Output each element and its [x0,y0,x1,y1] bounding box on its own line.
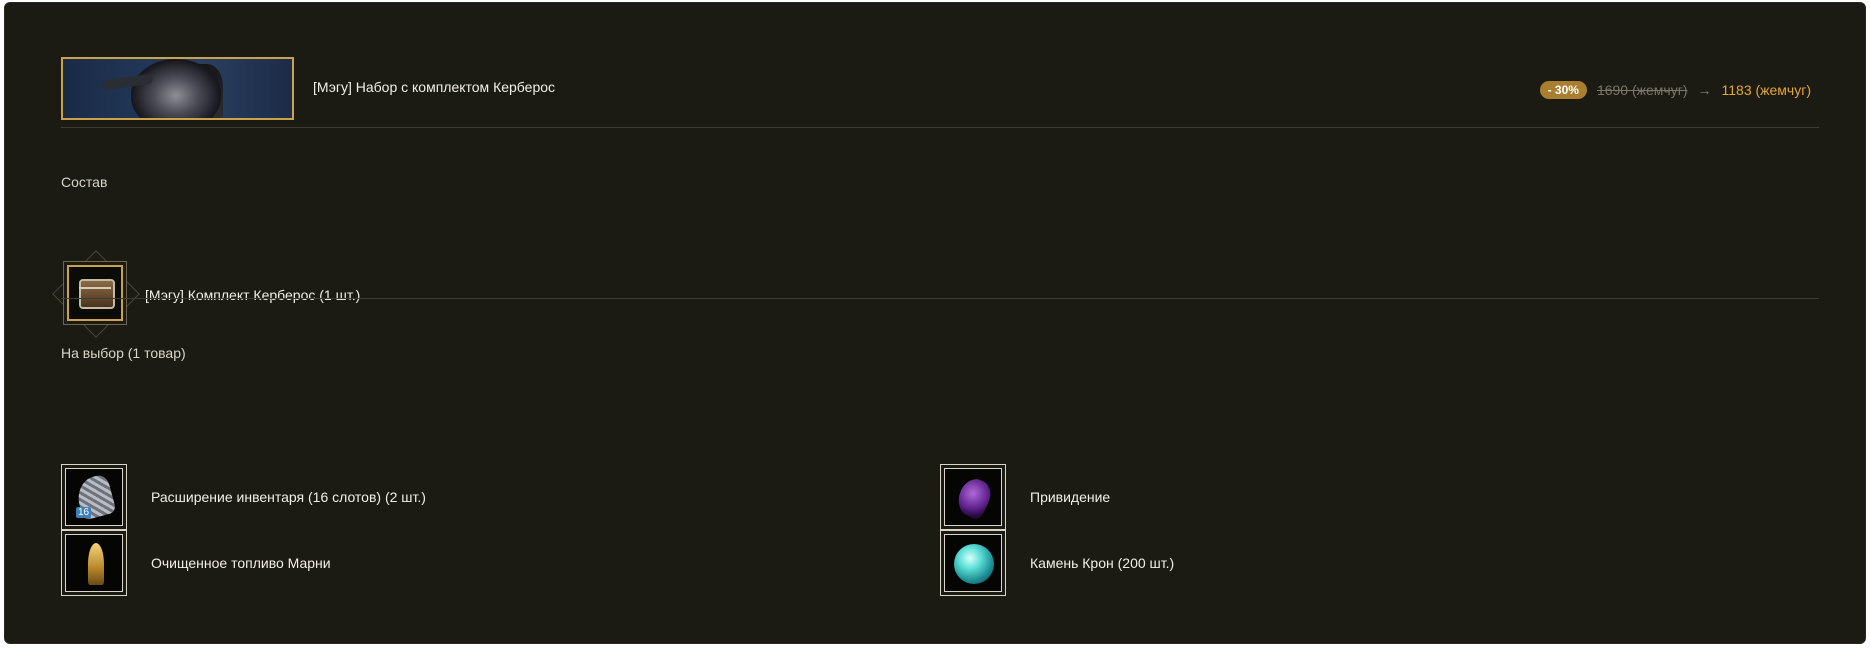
slot-inner [944,468,1002,526]
choice-item-slot[interactable]: 16 [61,464,127,530]
ghost-icon [952,474,996,522]
slot-inner [944,534,1002,592]
slot-inner: 16 [65,468,123,526]
new-price: 1183 (жемчуг) [1721,82,1812,98]
choice-item-label: Расширение инвентаря (16 слотов) (2 шт.) [151,489,426,505]
product-banner-image [61,57,294,120]
choice-item-slot[interactable] [61,530,127,596]
composition-heading: Состав [61,174,108,190]
banner-figure [131,59,221,118]
chest-icon [79,279,115,309]
choice-item-label: Очищенное топливо Марни [151,555,331,571]
composition-item-label: [Мэгу] Комплект Керберос (1 шт.) [145,287,361,303]
slot-frame [63,261,127,325]
composition-item-slot[interactable] [52,250,140,338]
discount-badge: - 30% [1539,81,1587,99]
divider [61,298,1819,299]
choice-heading: На выбор (1 товар) [61,345,186,361]
choice-item-slot[interactable] [940,464,1006,530]
divider [61,127,1819,128]
product-title: [Мэгу] Набор с комплектом Керберос [313,79,556,95]
price-arrow-icon: → [1697,82,1712,98]
fuel-vial-icon [88,543,104,585]
choice-item-slot[interactable] [940,530,1006,596]
slot-inner [67,265,123,321]
price-row: - 30% 1690 (жемчуг) → 1183 (жемчуг) [1539,81,1812,99]
product-panel: [Мэгу] Набор с комплектом Керберос - 30%… [4,2,1866,644]
old-price: 1690 (жемчуг) [1596,82,1688,98]
slot-inner [65,534,123,592]
choice-item-label: Камень Крон (200 шт.) [1030,555,1175,571]
cron-stone-icon [954,544,994,584]
choice-item-label: Привидение [1030,489,1111,505]
slot-count-badge: 16 [76,507,92,518]
